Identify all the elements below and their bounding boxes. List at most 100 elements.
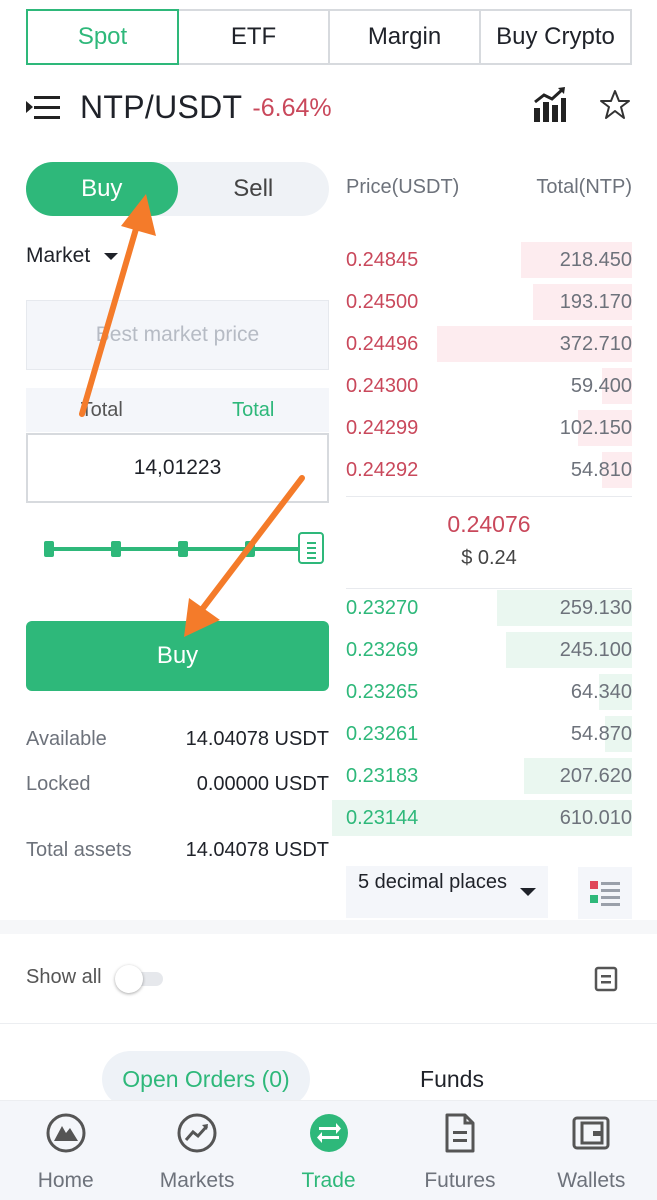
ask-row[interactable]: 0.24500 193.170 <box>346 284 632 320</box>
order-type-label: Market <box>26 244 91 267</box>
ask-total: 193.170 <box>559 290 632 313</box>
buy-submit-button[interactable]: Buy <box>26 621 329 691</box>
ask-price: 0.24300 <box>346 374 419 397</box>
total-tab-left[interactable]: Total <box>26 388 178 432</box>
tab-spot[interactable]: Spot <box>26 9 179 65</box>
slider-node-25[interactable] <box>111 541 121 557</box>
ask-price: 0.24292 <box>346 458 419 481</box>
bid-price: 0.23269 <box>346 638 419 661</box>
bid-price: 0.23144 <box>346 806 419 829</box>
show-all-toggle[interactable] <box>115 965 163 993</box>
bid-row[interactable]: 0.23270 259.130 <box>346 590 632 626</box>
bid-total: 259.130 <box>559 596 632 619</box>
bid-price: 0.23270 <box>346 596 419 619</box>
ask-total: 218.450 <box>559 248 632 271</box>
ask-price: 0.24299 <box>346 416 419 439</box>
decimal-places-label: 5 decimal places <box>358 871 507 893</box>
available-label: Available <box>26 728 107 750</box>
market-type-tabs: Spot ETF Margin Buy Crypto <box>26 9 632 65</box>
bid-price: 0.23265 <box>346 680 419 703</box>
bid-row[interactable]: 0.23265 64.340 <box>346 674 632 710</box>
ask-total: 54.810 <box>570 458 632 481</box>
order-history-icon[interactable] <box>594 966 618 992</box>
locked-row: Locked 0.00000 USDT <box>26 773 329 796</box>
ask-total: 102.150 <box>559 416 632 439</box>
available-row: Available 14.04078 USDT <box>26 728 329 751</box>
orderbook-divider <box>346 496 632 497</box>
tab-open-orders[interactable]: Open Orders (0) <box>102 1051 310 1107</box>
total-amount-input[interactable]: 14,01223 <box>26 433 329 503</box>
nav-home-label: Home <box>37 1169 94 1192</box>
nav-wallets[interactable]: Wallets <box>526 1101 657 1200</box>
tab-etf[interactable]: ETF <box>177 9 330 65</box>
ask-total: 372.710 <box>559 332 632 355</box>
bid-total: 207.620 <box>559 764 632 787</box>
ask-total: 59.400 <box>570 374 632 397</box>
buy-sell-toggle: Buy Sell <box>26 162 329 216</box>
buy-tab[interactable]: Buy <box>26 162 178 216</box>
decimal-places-select[interactable]: 5 decimal places <box>346 866 548 918</box>
bid-row[interactable]: 0.23261 54.870 <box>346 716 632 752</box>
nav-futures[interactable]: Futures <box>394 1101 525 1200</box>
available-value: 14.04078 USDT <box>185 728 329 750</box>
nav-trade[interactable]: Trade <box>263 1101 394 1200</box>
tab-margin[interactable]: Margin <box>328 9 481 65</box>
nav-markets[interactable]: Markets <box>131 1101 262 1200</box>
menu-icon[interactable] <box>26 92 60 122</box>
nav-home[interactable]: Home <box>0 1101 131 1200</box>
bid-total: 245.100 <box>559 638 632 661</box>
show-all-label: Show all <box>26 966 102 988</box>
ask-price: 0.24845 <box>346 248 419 271</box>
total-tab-right[interactable]: Total <box>178 388 330 432</box>
caret-down-icon <box>520 888 536 896</box>
slider-node-75[interactable] <box>245 541 255 557</box>
pair-name[interactable]: NTP/USDT <box>80 89 242 126</box>
nav-trade-label: Trade <box>301 1169 356 1192</box>
locked-label: Locked <box>26 773 91 795</box>
orderbook-layout-icon[interactable] <box>578 867 632 919</box>
trade-icon <box>309 1114 348 1152</box>
nav-markets-label: Markets <box>159 1169 235 1192</box>
tab-buy-crypto[interactable]: Buy Crypto <box>479 9 632 65</box>
bid-row[interactable]: 0.23144 610.010 <box>332 800 632 836</box>
pair-change: -6.64% <box>252 93 332 122</box>
bid-total: 610.010 <box>559 806 632 829</box>
star-icon[interactable] <box>598 88 632 122</box>
ask-row[interactable]: 0.24845 218.450 <box>346 242 632 278</box>
bid-row[interactable]: 0.23183 207.620 <box>346 758 632 794</box>
slider-node-50[interactable] <box>178 541 188 557</box>
bid-price: 0.23183 <box>346 764 419 787</box>
ask-row[interactable]: 0.24496 372.710 <box>346 326 632 362</box>
ask-row[interactable]: 0.24292 54.810 <box>346 452 632 488</box>
bid-price: 0.23261 <box>346 722 419 745</box>
ask-price: 0.24496 <box>346 332 419 355</box>
pair-header: NTP/USDT -6.64% <box>26 84 632 130</box>
nav-futures-label: Futures <box>424 1169 496 1192</box>
order-type-dropdown[interactable]: Market <box>26 244 119 268</box>
tab-funds[interactable]: Funds <box>372 1051 532 1107</box>
home-icon <box>46 1113 86 1153</box>
chart-icon[interactable] <box>532 86 566 124</box>
slider-node-0[interactable] <box>44 541 54 557</box>
total-header: Total(NTP) <box>536 176 632 198</box>
percentage-slider[interactable] <box>26 530 329 566</box>
wallets-icon <box>572 1116 610 1150</box>
bid-row[interactable]: 0.23269 245.100 <box>346 632 632 668</box>
orderbook-header: Price(USDT) Total(NTP) <box>346 176 632 199</box>
sell-tab[interactable]: Sell <box>178 162 330 216</box>
total-assets-value: 14.04078 USDT <box>185 839 329 861</box>
nav-wallets-label: Wallets <box>557 1169 626 1192</box>
slider-handle[interactable] <box>298 532 324 564</box>
ask-price: 0.24500 <box>346 290 419 313</box>
bid-total: 64.340 <box>570 680 632 703</box>
caret-down-icon <box>104 252 119 260</box>
market-price-field: Best market price <box>26 300 329 370</box>
total-mode-tabs: Total Total <box>26 388 329 432</box>
divider <box>0 1023 657 1024</box>
ask-row[interactable]: 0.24300 59.400 <box>346 368 632 404</box>
bid-total: 54.870 <box>570 722 632 745</box>
markets-icon <box>177 1113 217 1153</box>
last-price[interactable]: 0.24076 <box>346 511 632 538</box>
futures-icon <box>445 1113 475 1153</box>
ask-row[interactable]: 0.24299 102.150 <box>346 410 632 446</box>
